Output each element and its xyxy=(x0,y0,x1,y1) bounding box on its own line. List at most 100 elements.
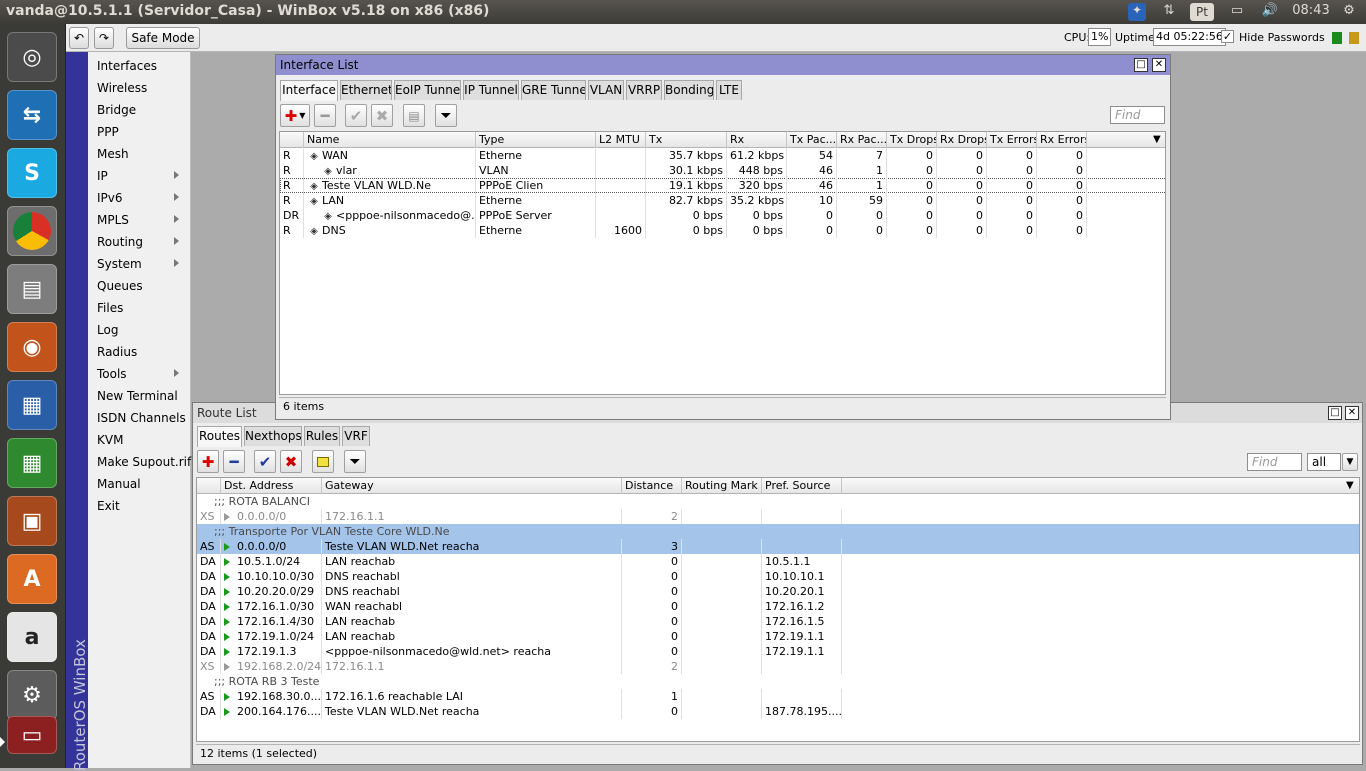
col-distance[interactable]: Distance xyxy=(622,478,682,494)
table-row[interactable]: R ◈ WAN Etherne 35.7 kbps 61.2 kbps 54 7 0 0 0 0 xyxy=(280,148,1165,163)
col-rx-drops[interactable]: Rx Drops xyxy=(937,132,987,148)
columns-menu-icon[interactable]: ▼ xyxy=(1343,478,1359,494)
col-type[interactable]: Type xyxy=(476,132,596,148)
hide-passwords-checkbox[interactable]: ✓ xyxy=(1221,30,1234,43)
comment-icon[interactable]: ▤ xyxy=(403,104,425,127)
disable-interface-button[interactable]: ✖ xyxy=(371,104,393,127)
menu-item-ppp[interactable]: PPP xyxy=(88,121,190,143)
table-row[interactable]: R ◈ vlar VLAN 30.1 kbps 448 bps 46 1 0 0 0 0 xyxy=(280,163,1165,178)
tab-gre-tunnel[interactable]: GRE Tunnel xyxy=(521,80,586,100)
software-center-icon[interactable]: A xyxy=(7,554,57,604)
menu-item-log[interactable]: Log xyxy=(88,319,190,341)
network-arrows-icon[interactable]: ⇅ xyxy=(1158,3,1180,21)
menu-item-tools[interactable]: Tools xyxy=(88,363,190,385)
close-icon[interactable]: ✕ xyxy=(1345,406,1359,420)
col-rx[interactable]: Rx xyxy=(727,132,787,148)
columns-menu-icon[interactable]: ▼ xyxy=(1150,132,1165,148)
redo-button[interactable]: ↷ xyxy=(94,27,114,49)
dash-home-icon[interactable]: ◎ xyxy=(7,32,57,82)
chrome-icon[interactable] xyxy=(7,206,57,256)
menu-item-ipv6[interactable]: IPv6 xyxy=(88,187,190,209)
tab-nexthops[interactable]: Nexthops xyxy=(244,426,302,446)
table-row[interactable]: DA 172.16.1.0/30 WAN reachabl 0 172.16.1.2 xyxy=(197,599,1359,614)
route-find-input[interactable]: Find xyxy=(1247,453,1302,471)
col-rx-errors[interactable]: Rx Errors xyxy=(1037,132,1087,148)
add-interface-button[interactable]: ✚ ▼ xyxy=(280,104,310,127)
menu-item-mpls[interactable]: MPLS xyxy=(88,209,190,231)
add-route-button[interactable]: ✚ xyxy=(197,450,219,473)
table-row[interactable]: DA 200.164.176.... Teste VLAN WLD.Net reac… xyxy=(197,704,1359,719)
table-row[interactable]: AS 192.168.30.0... 172.16.1.6 reachable LA… xyxy=(197,689,1359,704)
col-routing-mark[interactable]: Routing Mark xyxy=(682,478,762,494)
table-row[interactable]: R ◈ DNS Etherne 1600 0 bps 0 bps 0 0 0 0 0 0 xyxy=(280,223,1165,238)
menu-item-exit[interactable]: Exit xyxy=(88,495,190,517)
settings-gear-icon[interactable]: ⚙ xyxy=(1338,3,1360,21)
table-row[interactable]: XS 0.0.0.0/0 172.16.1.1 2 xyxy=(197,509,1359,524)
menu-item-manual[interactable]: Manual xyxy=(88,473,190,495)
table-row[interactable]: AS 0.0.0.0/0 Teste VLAN WLD.Net reacha 3 xyxy=(197,539,1359,554)
table-row[interactable]: DA 10.20.20.0/29 DNS reachabl 0 10.20.20.1 xyxy=(197,584,1359,599)
menu-item-wireless[interactable]: Wireless xyxy=(88,77,190,99)
tab-bonding[interactable]: Bonding xyxy=(664,80,714,100)
menu-item-interfaces[interactable]: Interfaces xyxy=(88,55,190,77)
remove-route-button[interactable]: ━ xyxy=(223,450,245,473)
close-icon[interactable]: ✕ xyxy=(1152,58,1166,72)
filter-icon[interactable]: ⏷ xyxy=(344,450,366,473)
enable-interface-button[interactable]: ✔ xyxy=(345,104,367,127)
menu-item-ip[interactable]: IP xyxy=(88,165,190,187)
table-row[interactable]: DA 10.10.10.0/30 DNS reachabl 0 10.10.10.1 xyxy=(197,569,1359,584)
teamviewer-icon[interactable]: ⇆ xyxy=(7,90,57,140)
table-row[interactable]: DR ◈ <pppoe-nilsonmacedo@. PPPoE Server 0 bp… xyxy=(280,208,1165,223)
table-row[interactable]: DA 172.19.1.3 <pppoe-nilsonmacedo@wld.net>… xyxy=(197,644,1359,659)
menu-item-mesh[interactable]: Mesh xyxy=(88,143,190,165)
route-comment-row[interactable]: ;;; Transporte Por VLAN Teste Core WLD.N… xyxy=(197,524,1359,539)
filter-dropdown-icon[interactable]: ▼ xyxy=(1342,453,1358,471)
system-settings-icon[interactable]: ⚙ xyxy=(7,670,57,720)
col-gateway[interactable]: Gateway xyxy=(322,478,622,494)
interface-find-input[interactable]: Find xyxy=(1110,106,1165,124)
maximize-icon[interactable]: □ xyxy=(1328,406,1342,420)
firefox-icon[interactable]: ◉ xyxy=(7,322,57,372)
dropbox-icon[interactable]: ✦ xyxy=(1128,3,1146,21)
col-pref-source[interactable]: Pref. Source xyxy=(762,478,842,494)
tab-rules[interactable]: Rules xyxy=(304,426,340,446)
col-tx-packets[interactable]: Tx Pac... xyxy=(787,132,837,148)
col-rx-packets[interactable]: Rx Pac... xyxy=(837,132,887,148)
remove-interface-button[interactable]: ━ xyxy=(314,104,336,127)
menu-item-routing[interactable]: Routing xyxy=(88,231,190,253)
route-comment-row[interactable]: ;;; ROTA RB 3 Teste xyxy=(197,674,1359,689)
maximize-icon[interactable]: □ xyxy=(1134,58,1148,72)
enable-route-button[interactable]: ✔ xyxy=(254,450,276,473)
menu-item-kvm[interactable]: KVM xyxy=(88,429,190,451)
table-row[interactable]: XS 192.168.2.0/24 172.16.1.1 2 xyxy=(197,659,1359,674)
keyboard-layout-indicator[interactable]: Pt xyxy=(1190,3,1214,21)
tab-interface[interactable]: Interface xyxy=(280,80,338,101)
col-tx-errors[interactable]: Tx Errors xyxy=(987,132,1037,148)
tab-eoip-tunnel[interactable]: EoIP Tunnel xyxy=(394,80,461,100)
col-flags[interactable] xyxy=(197,478,221,494)
tab-ip-tunnel[interactable]: IP Tunnel xyxy=(463,80,519,100)
tab-routes[interactable]: Routes xyxy=(197,426,242,447)
menu-item-queues[interactable]: Queues xyxy=(88,275,190,297)
table-row[interactable]: R ◈ Teste VLAN WLD.Ne PPPoE Clien 19.1 kbps 3… xyxy=(280,178,1165,193)
amazon-icon[interactable]: a xyxy=(7,612,57,662)
route-comment-row[interactable]: ;;; ROTA BALANCI xyxy=(197,494,1359,509)
libreoffice-writer-icon[interactable]: ▦ xyxy=(7,380,57,430)
filter-icon[interactable]: ⏷ xyxy=(435,104,457,127)
winbox-app-icon[interactable]: ▭ xyxy=(0,716,57,754)
menu-item-make-supout[interactable]: Make Supout.rif xyxy=(88,451,191,473)
col-tx[interactable]: Tx xyxy=(646,132,727,148)
file-manager-icon[interactable]: ▤ xyxy=(7,264,57,314)
table-row[interactable]: R ◈ LAN Etherne 82.7 kbps 35.2 kbps 10 59 0 0 0 0 xyxy=(280,193,1165,208)
table-row[interactable]: DA 172.16.1.4/30 LAN reachab 0 172.16.1.5 xyxy=(197,614,1359,629)
interface-list-titlebar[interactable]: Interface List xyxy=(276,55,1170,75)
col-dst-address[interactable]: Dst. Address xyxy=(221,478,322,494)
tab-lte[interactable]: LTE xyxy=(716,80,742,100)
menu-item-new-terminal[interactable]: New Terminal xyxy=(88,385,190,407)
col-tx-drops[interactable]: Tx Drops xyxy=(887,132,937,148)
tab-ethernet[interactable]: Ethernet xyxy=(340,80,392,100)
col-flags[interactable] xyxy=(280,132,304,148)
tab-vlan[interactable]: VLAN xyxy=(588,80,624,100)
disable-route-button[interactable]: ✖ xyxy=(280,450,302,473)
comment-icon[interactable] xyxy=(312,450,334,473)
